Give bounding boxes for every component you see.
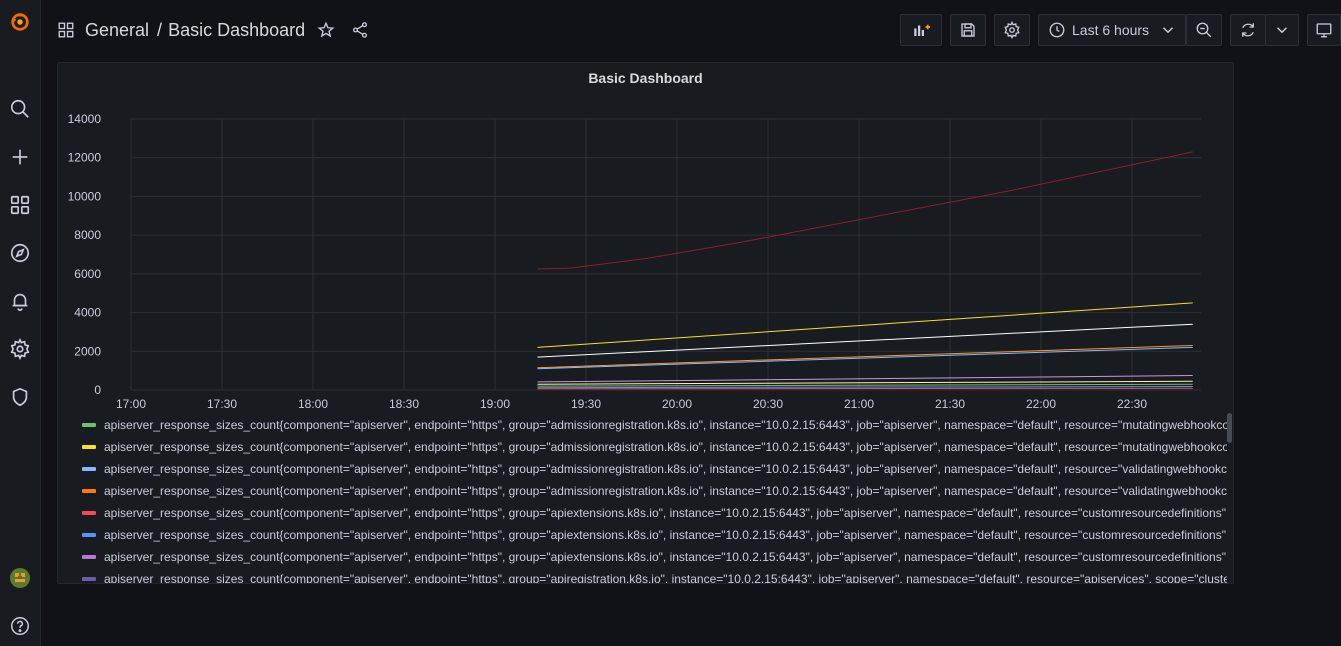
top-navbar: General / Basic Dashboard Last 6 hours — [41, 0, 1341, 60]
x-tick-label: 22:00 — [1026, 397, 1056, 411]
save-dashboard-button[interactable] — [950, 14, 986, 46]
refresh-interval-dropdown[interactable] — [1265, 14, 1299, 46]
dashboards-icon[interactable] — [0, 189, 40, 221]
series-line-4 — [537, 345, 1193, 369]
legend-color-swatch — [82, 533, 96, 537]
refresh-button[interactable] — [1230, 14, 1266, 46]
add-panel-button[interactable] — [900, 14, 942, 46]
sidebar — [0, 0, 41, 646]
explore-icon[interactable] — [0, 237, 40, 269]
legend-color-swatch — [82, 577, 96, 581]
y-tick-label: 6000 — [74, 267, 101, 281]
x-tick-label: 18:00 — [298, 397, 328, 411]
zoom-out-button[interactable] — [1186, 14, 1222, 46]
series-line-9 — [537, 386, 1193, 389]
legend-item[interactable]: apiserver_response_sizes_count{component… — [82, 480, 1227, 502]
legend-label: apiserver_response_sizes_count{component… — [104, 528, 1226, 542]
y-tick-label: 8000 — [74, 228, 101, 242]
legend-item[interactable]: apiserver_response_sizes_count{component… — [82, 436, 1227, 458]
breadcrumb-folder[interactable]: General — [85, 20, 149, 41]
y-tick-label: 10000 — [68, 189, 102, 203]
legend-color-swatch — [82, 423, 96, 427]
y-tick-label: 14000 — [68, 112, 102, 126]
legend-scrollbar[interactable] — [1227, 413, 1232, 443]
breadcrumb-separator: / — [157, 19, 163, 40]
legend-item[interactable]: apiserver_response_sizes_count{component… — [82, 568, 1227, 584]
shield-icon[interactable] — [0, 381, 40, 413]
legend-item[interactable]: apiserver_response_sizes_count{component… — [82, 458, 1227, 480]
search-icon[interactable] — [0, 93, 40, 125]
time-series-chart[interactable]: 0 2000 4000 6000 8000 10000 12000 14000 17:00 17:… — [58, 63, 1233, 413]
chevron-down-icon — [1159, 21, 1177, 39]
grafana-logo-icon[interactable] — [0, 6, 40, 38]
legend-label: apiserver_response_sizes_count{component… — [104, 484, 1227, 498]
x-tick-label: 20:30 — [753, 397, 783, 411]
legend-label: apiserver_response_sizes_count{component… — [104, 418, 1227, 432]
legend-item[interactable]: apiserver_response_sizes_count{component… — [82, 414, 1227, 436]
y-tick-label: 0 — [94, 383, 101, 397]
legend-label: apiserver_response_sizes_count{component… — [104, 506, 1226, 520]
series-line-6 — [537, 375, 1193, 383]
legend-item[interactable]: apiserver_response_sizes_count{component… — [82, 524, 1227, 546]
plus-icon[interactable] — [0, 141, 40, 173]
alerting-icon[interactable] — [0, 285, 40, 317]
x-tick-label: 18:30 — [389, 397, 419, 411]
legend-label: apiserver_response_sizes_count{component… — [104, 572, 1227, 584]
x-tick-label: 17:30 — [207, 397, 237, 411]
legend-label: apiserver_response_sizes_count{component… — [104, 550, 1226, 564]
legend-color-swatch — [82, 555, 96, 559]
graph-panel[interactable]: Basic Dashboard 0 2000 4000 6000 8000 10000 12… — [57, 62, 1234, 584]
dashboard-settings-button[interactable] — [994, 14, 1030, 46]
settings-icon[interactable] — [0, 333, 40, 365]
legend-color-swatch — [82, 511, 96, 515]
share-icon[interactable] — [351, 21, 369, 39]
help-icon[interactable] — [0, 610, 40, 642]
x-tick-label: 19:30 — [571, 397, 601, 411]
x-tick-label: 22:30 — [1117, 397, 1147, 411]
series-line-8 — [537, 383, 1193, 387]
chart-legend: apiserver_response_sizes_count{component… — [82, 414, 1227, 584]
legend-color-swatch — [82, 489, 96, 493]
y-tick-label: 12000 — [68, 151, 102, 165]
legend-label: apiserver_response_sizes_count{component… — [104, 440, 1227, 454]
series-line-10 — [537, 387, 1193, 390]
star-icon[interactable] — [317, 21, 335, 39]
x-tick-label: 21:00 — [844, 397, 874, 411]
legend-item[interactable]: apiserver_response_sizes_count{component… — [82, 502, 1227, 524]
x-tick-label: 21:30 — [935, 397, 965, 411]
dashboards-grid-icon — [57, 21, 75, 39]
breadcrumb: General / Basic Dashboard — [57, 18, 369, 42]
y-tick-label: 2000 — [74, 344, 101, 358]
user-avatar[interactable] — [0, 562, 40, 594]
legend-color-swatch — [82, 467, 96, 471]
series-line-5 — [537, 346, 1193, 370]
x-tick-label: 17:00 — [116, 397, 146, 411]
series-line-7 — [537, 380, 1193, 385]
x-tick-label: 19:00 — [480, 397, 510, 411]
legend-item[interactable]: apiserver_response_sizes_count{component… — [82, 546, 1227, 568]
series-line-1 — [537, 151, 1193, 270]
time-range-picker[interactable]: Last 6 hours — [1038, 14, 1186, 46]
legend-label: apiserver_response_sizes_count{component… — [104, 462, 1227, 476]
time-range-label: Last 6 hours — [1072, 22, 1150, 38]
clock-icon — [1048, 21, 1066, 39]
dashboard-title[interactable]: Basic Dashboard — [168, 20, 305, 41]
x-tick-label: 20:00 — [662, 397, 692, 411]
view-mode-button[interactable] — [1307, 14, 1341, 46]
y-tick-label: 4000 — [74, 306, 101, 320]
legend-color-swatch — [82, 445, 96, 449]
